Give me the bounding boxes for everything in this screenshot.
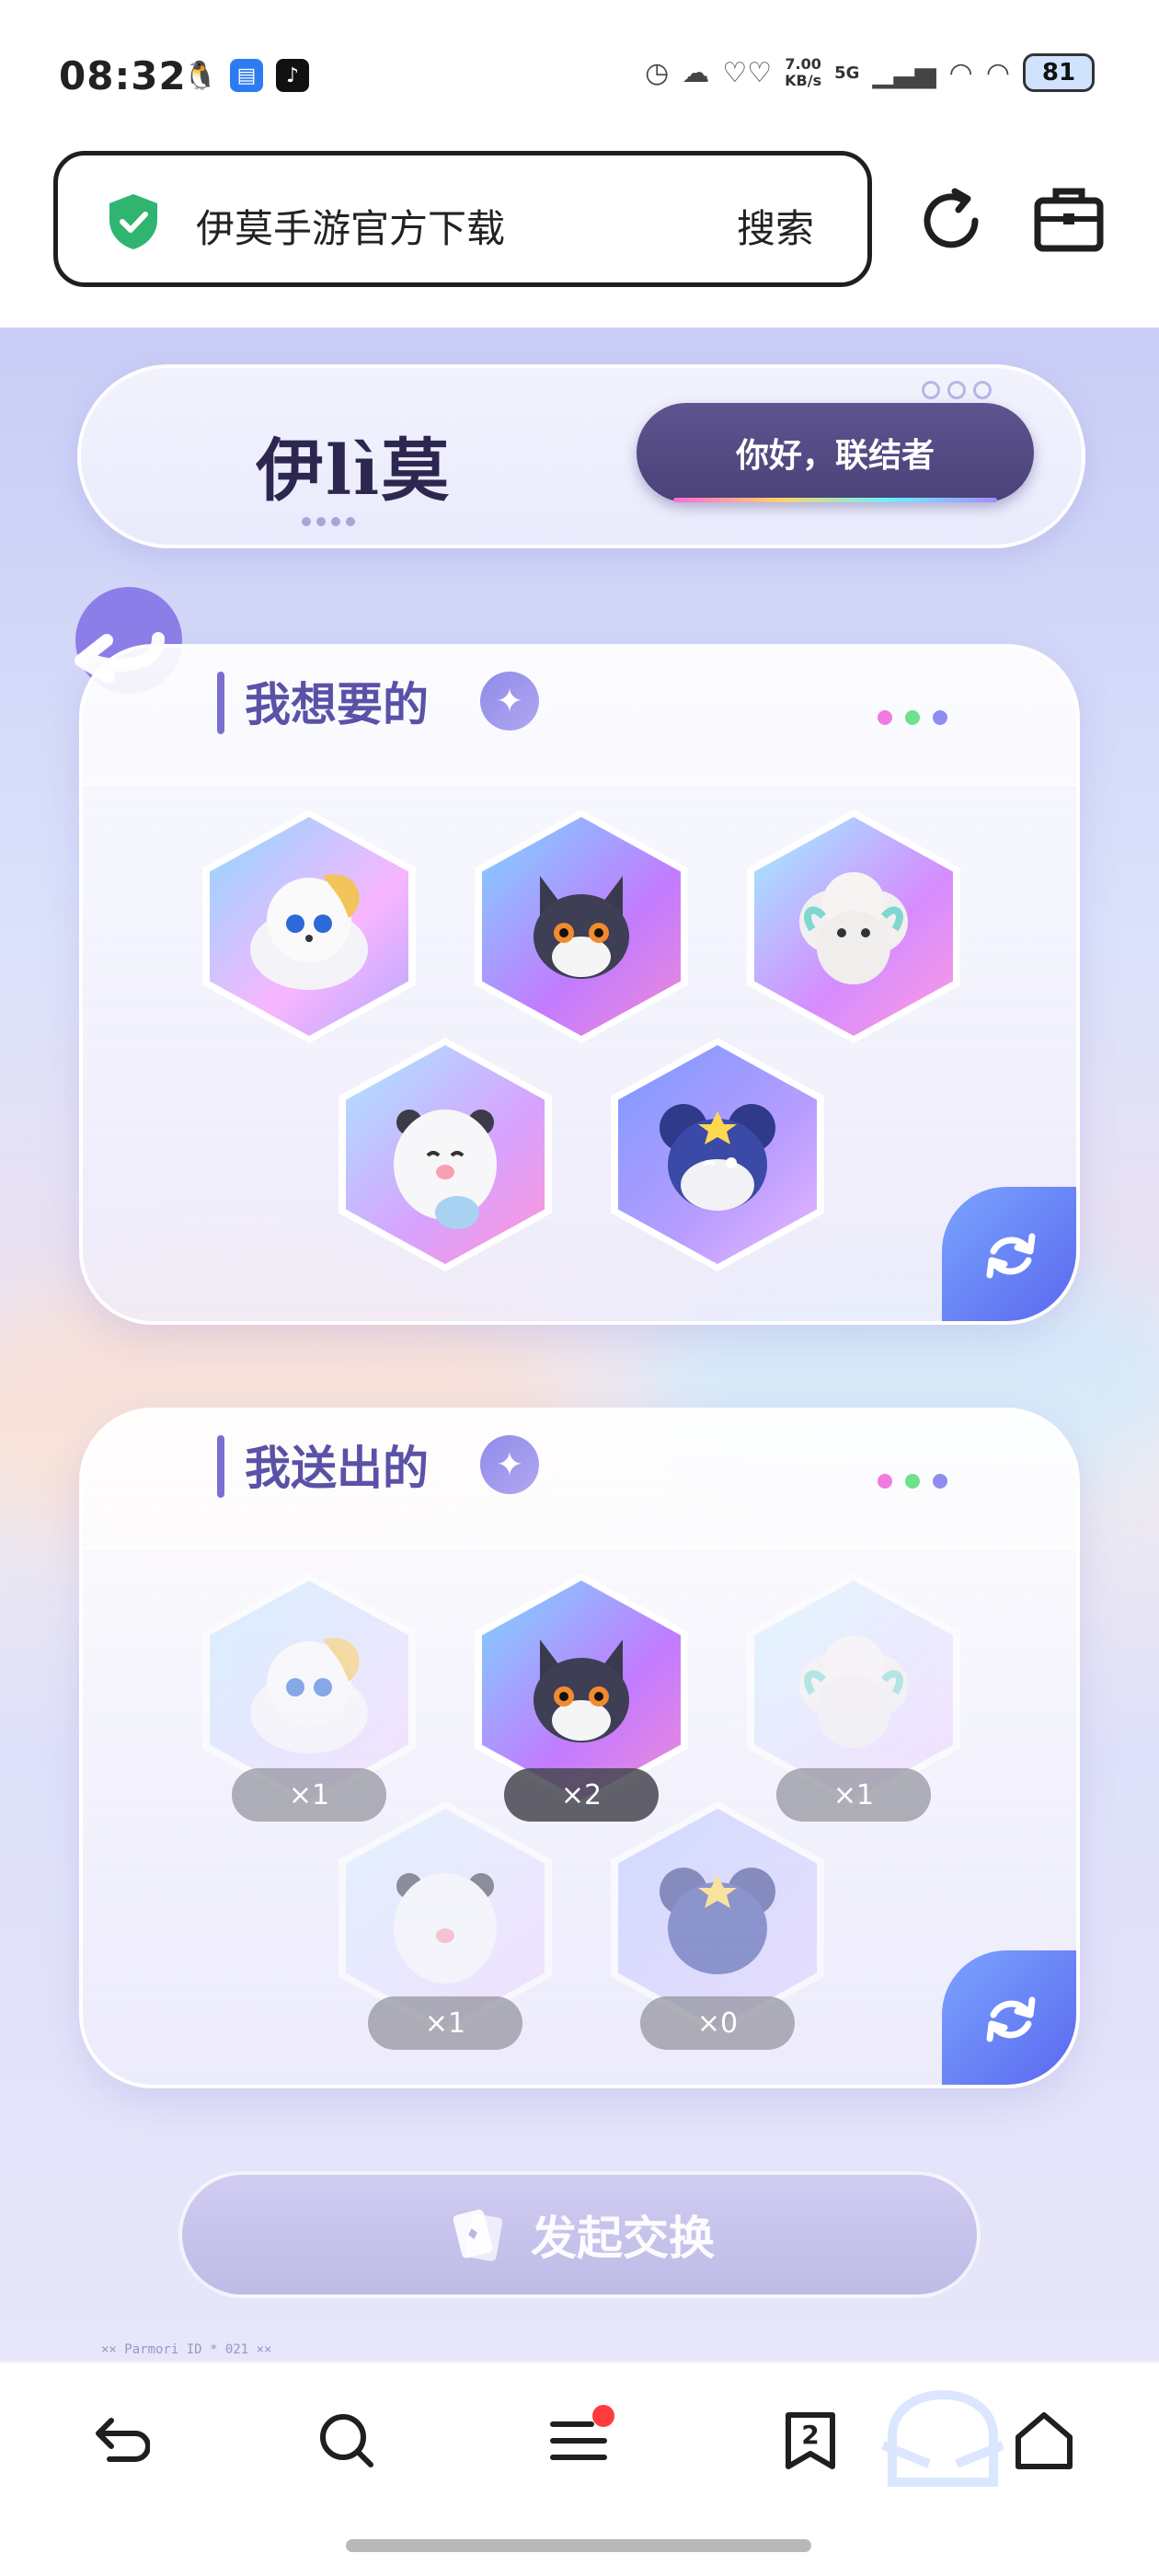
want-creature-1[interactable]	[202, 810, 416, 1043]
back-icon	[96, 2418, 150, 2462]
creature-image	[618, 1809, 817, 2028]
nav-home-button[interactable]	[1003, 2399, 1085, 2482]
game-logo: 伊lì莫	[256, 431, 452, 511]
fox-creature-icon	[534, 1639, 629, 1742]
creature-image	[482, 817, 681, 1036]
refresh-give-button[interactable]	[942, 1950, 1076, 2085]
nav-search-button[interactable]	[305, 2399, 388, 2482]
heart-link-icon: ♡♡	[722, 56, 773, 89]
network-speed: 7.00 KB/s	[785, 55, 822, 89]
game-header: 伊lì莫 你好，联结者	[77, 364, 1085, 548]
search-icon	[320, 2414, 373, 2467]
bottom-navigation: 2	[0, 2361, 1159, 2576]
sparkle-icon[interactable]: ✦	[480, 1435, 539, 1494]
mascot-outline-icon	[881, 2390, 1004, 2487]
creature-image	[210, 817, 408, 1036]
launch-exchange-label: 发起交换	[531, 2212, 715, 2265]
color-dots	[878, 1474, 947, 1489]
battery-indicator: 81	[1023, 53, 1095, 92]
want-title: 我想要的	[245, 678, 429, 731]
want-creature-3[interactable]	[747, 810, 960, 1043]
creature-image	[346, 1045, 545, 1264]
cards-icon	[453, 2209, 503, 2261]
creature-image	[754, 1581, 953, 1800]
seal-creature-icon	[394, 1110, 497, 1229]
message-icon: ▤	[230, 59, 263, 92]
refresh-want-button[interactable]	[942, 1187, 1076, 1321]
qq-icon: 🐧	[183, 59, 218, 92]
creature-image	[754, 817, 953, 1036]
tab-count: 2	[801, 2420, 820, 2450]
creature-image	[482, 1581, 681, 1800]
status-bar: 08:32 🐧 ▤ ♪ ◷ ☁ ♡♡ 7.00 KB/s 5G ▁▃▅ ◠ ◠ …	[0, 0, 1159, 147]
count-chip: ×0	[640, 1996, 795, 2050]
home-icon	[1016, 2412, 1073, 2469]
color-dots	[878, 710, 947, 725]
wifi-icon: ◠	[948, 56, 973, 89]
home-indicator	[346, 2539, 811, 2552]
creature-image	[210, 1581, 408, 1800]
want-card: 我想要的 ✦	[79, 644, 1080, 1325]
security-shield-icon	[109, 194, 157, 249]
nav-tabs-button[interactable]: 2	[769, 2399, 852, 2482]
search-query-text: 伊莫手游官方下载	[196, 206, 506, 251]
status-time: 08:32	[59, 53, 187, 98]
wifi-icon-2: ◠	[985, 56, 1010, 89]
nav-menu-button[interactable]	[537, 2399, 620, 2482]
creature-image	[346, 1809, 545, 2028]
cycle-icon	[986, 1233, 1036, 1279]
alarm-icon: ◷	[645, 56, 670, 89]
system-icons: ◷ ☁ ♡♡ 7.00 KB/s 5G ▁▃▅ ◠ ◠ 81	[645, 53, 1095, 92]
count-chip: ×1	[368, 1996, 522, 2050]
want-creature-4[interactable]	[339, 1038, 552, 1271]
seal-creature-icon	[394, 1873, 497, 1984]
mouse-creature-icon	[660, 1868, 775, 1974]
fox-creature-icon	[534, 876, 629, 979]
nav-back-button[interactable]	[75, 2399, 158, 2482]
header-decoration	[922, 381, 992, 399]
sheep-creature-icon	[799, 1636, 908, 1748]
title-accent-bar	[217, 672, 224, 734]
cat-creature-icon	[250, 874, 368, 990]
notification-icons: 🐧 ▤ ♪	[183, 59, 309, 92]
footer-meta: ×× Parmori ID * 021 ××	[101, 2342, 272, 2357]
tiktok-icon: ♪	[276, 59, 309, 92]
title-accent-bar	[217, 1435, 224, 1498]
count-chip: ×2	[504, 1768, 659, 1822]
refresh-icon[interactable]	[911, 180, 992, 261]
signal-icon: ▁▃▅	[872, 56, 936, 89]
web-content: 伊lì莫 你好，联结者 我想要的 ✦ 我送出的 ✦ ×1 ×2 ×1 ×1 ×0…	[0, 328, 1159, 2361]
want-creature-5[interactable]	[611, 1038, 824, 1271]
sheep-creature-icon	[799, 872, 908, 984]
creature-image	[618, 1045, 817, 1264]
count-chip: ×1	[232, 1768, 386, 1822]
cycle-icon	[986, 1996, 1036, 2042]
launch-exchange-button[interactable]: 发起交换	[178, 2171, 981, 2298]
give-card: 我送出的 ✦ ×1 ×2 ×1 ×1 ×0	[79, 1408, 1080, 2088]
search-button[interactable]: 搜索	[737, 198, 814, 254]
network-type: 5G	[834, 63, 860, 83]
eye-comfort-icon: ☁	[682, 56, 710, 89]
toolbox-icon[interactable]	[1030, 180, 1107, 258]
count-chip: ×1	[776, 1768, 931, 1822]
give-title: 我送出的	[245, 1442, 429, 1495]
logo-dots	[302, 517, 355, 526]
want-creature-2[interactable]	[475, 810, 688, 1043]
notification-dot	[592, 2405, 614, 2427]
search-input[interactable]: 伊莫手游官方下载 搜索	[53, 151, 872, 287]
mouse-creature-icon	[660, 1104, 775, 1211]
cat-creature-icon	[250, 1638, 368, 1754]
sparkle-icon[interactable]: ✦	[480, 672, 539, 730]
greeting-button[interactable]: 你好，联结者	[637, 403, 1034, 502]
